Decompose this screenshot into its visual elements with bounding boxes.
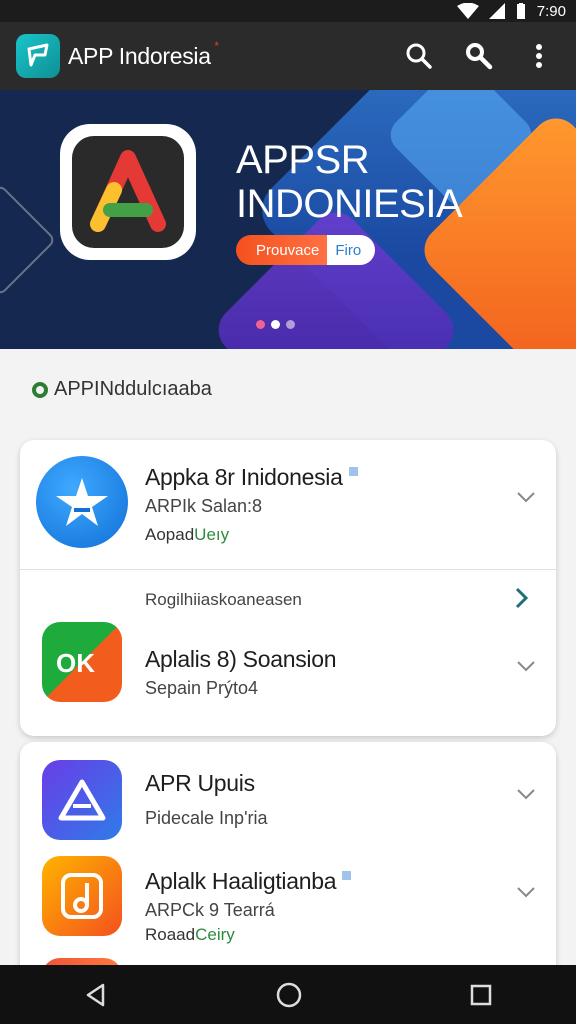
chevron-down-icon[interactable] xyxy=(514,654,538,678)
app-subtitle: Sepain Prýto4 xyxy=(145,678,259,698)
star-app-icon xyxy=(36,456,128,548)
svg-text:OK: OK xyxy=(56,648,95,678)
promo-banner[interactable]: APPSR INDONIESIA Prouvace Firo xyxy=(0,90,576,349)
wifi-icon xyxy=(456,3,479,19)
ok-app-icon: OK xyxy=(42,622,122,702)
app-title: APR Upuis xyxy=(145,770,255,796)
hero-app-icon xyxy=(60,124,196,260)
section-heading-text: APPINddulcıaaba xyxy=(54,378,212,400)
app-title-text: APP Indoresia xyxy=(68,42,211,69)
search-icon xyxy=(466,43,493,70)
chevron-down-icon[interactable] xyxy=(514,782,538,806)
logo-icon xyxy=(27,43,49,67)
carousel-dots[interactable] xyxy=(256,320,295,329)
app-subtitle: ARPIk Salan:8 xyxy=(145,496,263,516)
music-glyph-icon xyxy=(61,873,103,919)
banner-title-line2: INDONIESIA xyxy=(236,182,463,226)
banner-pill[interactable]: Prouvace Firo xyxy=(236,235,376,265)
card-subheading: Rogilhiiaskoaneasen xyxy=(145,590,302,609)
carousel-dot[interactable] xyxy=(256,320,265,329)
section-heading: APPINddulcıaaba xyxy=(32,378,212,401)
back-icon[interactable] xyxy=(83,982,109,1008)
search-button-2[interactable] xyxy=(462,39,496,73)
carousel-dot-active[interactable] xyxy=(271,320,280,329)
battery-icon xyxy=(516,3,525,19)
app-tag: AopadUeıy xyxy=(145,525,230,544)
app-title: Aplalk Haaligtianba xyxy=(145,868,352,895)
home-icon[interactable] xyxy=(275,981,303,1009)
more-vert-icon xyxy=(536,44,542,68)
system-nav-bar xyxy=(0,965,576,1024)
app-tag: RoaadCeiry xyxy=(145,925,235,944)
banner-pill-left: Prouvace xyxy=(236,235,328,265)
list-item[interactable]: APR Upuis Pidecale Inp'ria xyxy=(20,742,556,852)
triangle-glyph-icon xyxy=(58,779,106,821)
app-bar: APP Indoresia * xyxy=(0,22,576,90)
app-list-card: Appka 8r Inidonesia ARPIk Salan:8 AopadU… xyxy=(20,440,556,736)
divider xyxy=(20,569,556,570)
app-subtitle: ARPCk 9 Tearrá xyxy=(145,900,275,920)
ok-glyph-icon: OK xyxy=(56,648,95,678)
title-mark: * xyxy=(214,38,219,53)
app-list-card: APR Upuis Pidecale Inp'ria Aplalk Haalig… xyxy=(20,742,556,982)
search-button[interactable] xyxy=(402,39,436,73)
banner-title-line1: APPSR xyxy=(236,138,370,182)
app-logo[interactable] xyxy=(16,34,60,78)
banner-title: APPSR INDONIESIA xyxy=(236,138,463,226)
chevron-down-icon[interactable] xyxy=(514,485,538,509)
recents-icon[interactable] xyxy=(469,983,493,1007)
triangle-app-icon xyxy=(42,760,122,840)
signal-icon xyxy=(488,3,505,19)
status-time: 7:90 xyxy=(536,2,566,20)
app-subtitle: Pidecale Inp'ria xyxy=(145,808,268,828)
chevron-right-icon[interactable] xyxy=(508,585,534,611)
music-app-icon xyxy=(42,856,122,936)
app-title: Aplalis 8) Soansion xyxy=(145,646,337,672)
star-glyph-icon xyxy=(56,478,108,526)
search-icon xyxy=(406,43,432,69)
app-title: APP Indoresia * xyxy=(68,39,219,70)
carousel-dot[interactable] xyxy=(286,320,295,329)
banner-line-deco xyxy=(0,183,57,297)
list-item[interactable]: OK Aplalis 8) Soansion Sepain Prýto4 xyxy=(20,618,556,728)
status-bar: 7:90 xyxy=(0,0,576,22)
banner-pill-right: Firo xyxy=(327,235,376,265)
list-item[interactable]: Appka 8r Inidonesia ARPIk Salan:8 AopadU… xyxy=(20,440,556,569)
section-mark-icon xyxy=(32,381,48,398)
app-title: Appka 8r Inidonesia xyxy=(145,464,358,491)
a-logo-icon xyxy=(90,150,166,232)
more-options-button[interactable] xyxy=(522,39,556,73)
chevron-down-icon[interactable] xyxy=(514,880,538,904)
